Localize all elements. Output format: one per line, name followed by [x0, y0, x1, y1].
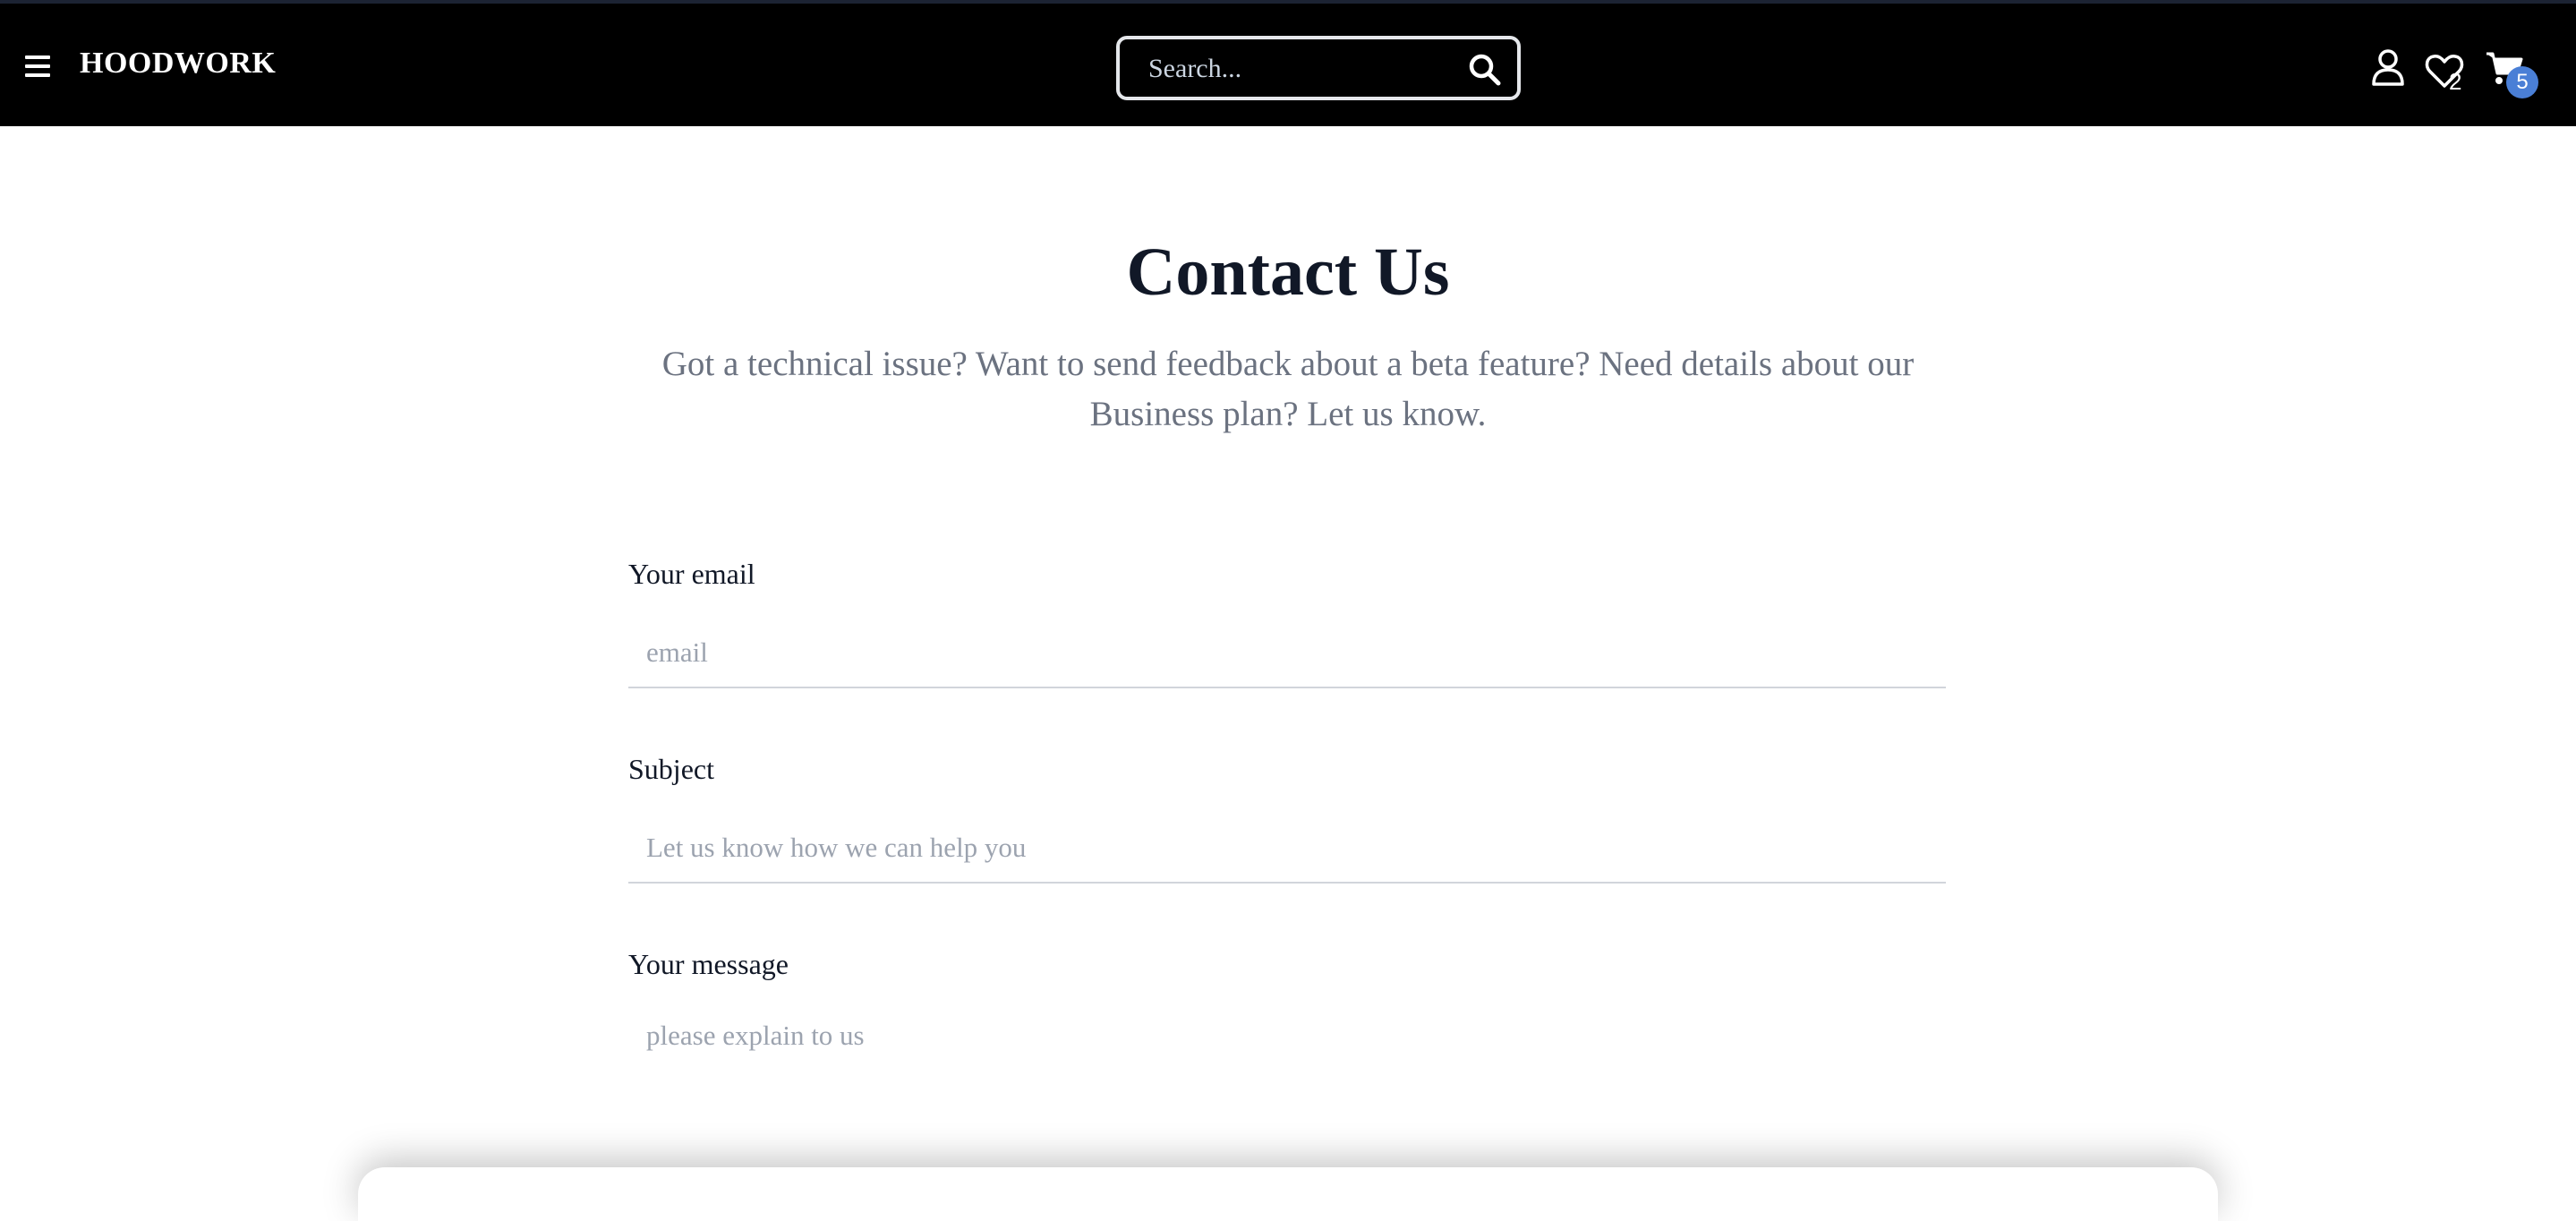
- hamburger-menu-icon[interactable]: [25, 54, 54, 79]
- user-account-icon[interactable]: [2370, 48, 2406, 86]
- page-subtitle: Got a technical issue? Want to send feed…: [661, 345, 1915, 433]
- message-label: Your message: [628, 948, 789, 980]
- top-navbar: HOODWORK 2 5: [0, 4, 2576, 126]
- search-input[interactable]: [1147, 52, 1451, 86]
- wishlist-count: 2: [2449, 68, 2462, 95]
- search-icon[interactable]: [1467, 52, 1503, 88]
- email-label: Your email: [628, 558, 755, 590]
- search-box: [1116, 36, 1521, 100]
- message-field[interactable]: [628, 1020, 1946, 1118]
- subject-label: Subject: [628, 753, 714, 785]
- contact-page: Contact Us Got a technical issue? Want t…: [0, 126, 2576, 1203]
- subject-field[interactable]: [628, 814, 1946, 884]
- bottom-panel-edge: [358, 1167, 2218, 1221]
- email-field[interactable]: [628, 619, 1946, 688]
- brand-logo-link[interactable]: HOODWORK: [80, 47, 276, 81]
- page-title: Contact Us: [1126, 235, 1450, 310]
- cart-count-badge: 5: [2506, 66, 2538, 98]
